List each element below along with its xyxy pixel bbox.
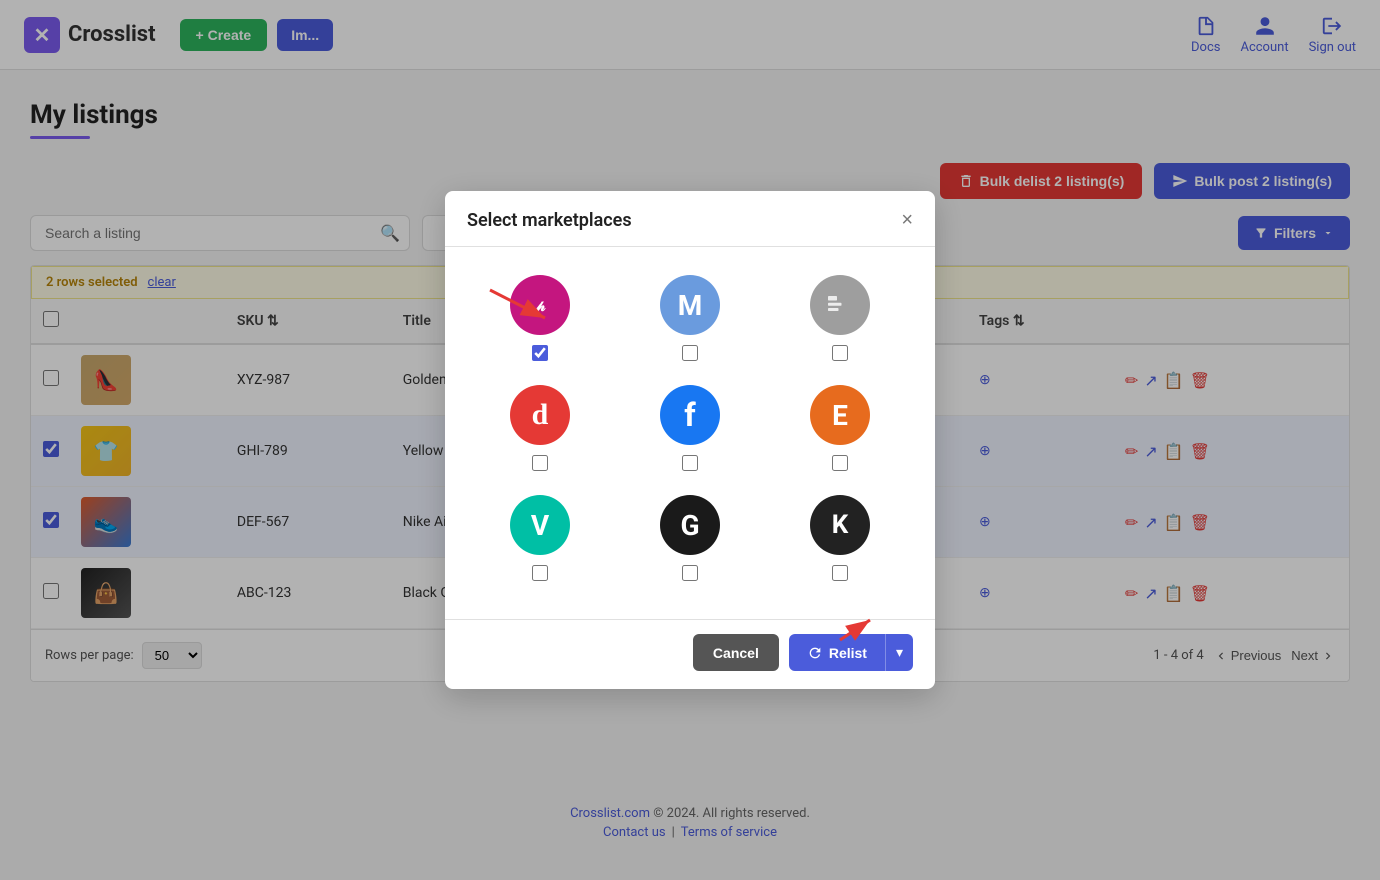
relist-dropdown-button[interactable]: ▾ [885,634,913,671]
shopify-logo [825,290,855,320]
modal-footer: Cancel Relist ▾ [445,619,935,689]
marketplace-item-facebook: f [625,385,755,471]
facebook-checkbox[interactable] [682,455,698,471]
modal-overlay[interactable]: Select marketplaces × 𝓅 M [0,0,1380,880]
grailed-checkbox[interactable] [682,565,698,581]
relist-icon [807,645,823,661]
select-marketplaces-modal: Select marketplaces × 𝓅 M [445,191,935,689]
modal-close-button[interactable]: × [901,209,913,232]
poshmark-checkbox[interactable] [532,345,548,361]
modal-cancel-button[interactable]: Cancel [693,634,779,671]
vestiaire-checkbox[interactable] [532,565,548,581]
marketplace-grid: 𝓅 M [475,275,905,581]
facebook-icon: f [660,385,720,445]
etsy-checkbox[interactable] [832,455,848,471]
relist-button-group: Relist ▾ [789,634,913,671]
grailed-icon: G [660,495,720,555]
marketplace-item-grailed: G [625,495,755,581]
depop-checkbox[interactable] [532,455,548,471]
marketplace-item-kidizen: K [775,495,905,581]
poshmark-icon: 𝓅 [510,275,570,335]
mercari-checkbox[interactable] [682,345,698,361]
mercari-icon: M [660,275,720,335]
vestiaire-icon: V [510,495,570,555]
relist-label: Relist [829,645,867,661]
kidizen-icon: K [810,495,870,555]
marketplace-item-etsy: E [775,385,905,471]
marketplace-item-vestiaire: V [475,495,605,581]
marketplace-item-poshmark: 𝓅 [475,275,605,361]
poshmark-logo: 𝓅 [522,287,558,323]
marketplace-item-shopify [775,275,905,361]
kidizen-checkbox[interactable] [832,565,848,581]
modal-title: Select marketplaces [467,210,632,231]
marketplace-item-depop: d [475,385,605,471]
shopify-icon [810,275,870,335]
relist-button[interactable]: Relist [789,634,885,671]
svg-text:𝓅: 𝓅 [533,297,546,316]
depop-icon: d [510,385,570,445]
marketplace-item-mercari: M [625,275,755,361]
etsy-icon: E [810,385,870,445]
modal-body: 𝓅 M [445,247,935,619]
modal-header: Select marketplaces × [445,191,935,247]
shopify-checkbox[interactable] [832,345,848,361]
